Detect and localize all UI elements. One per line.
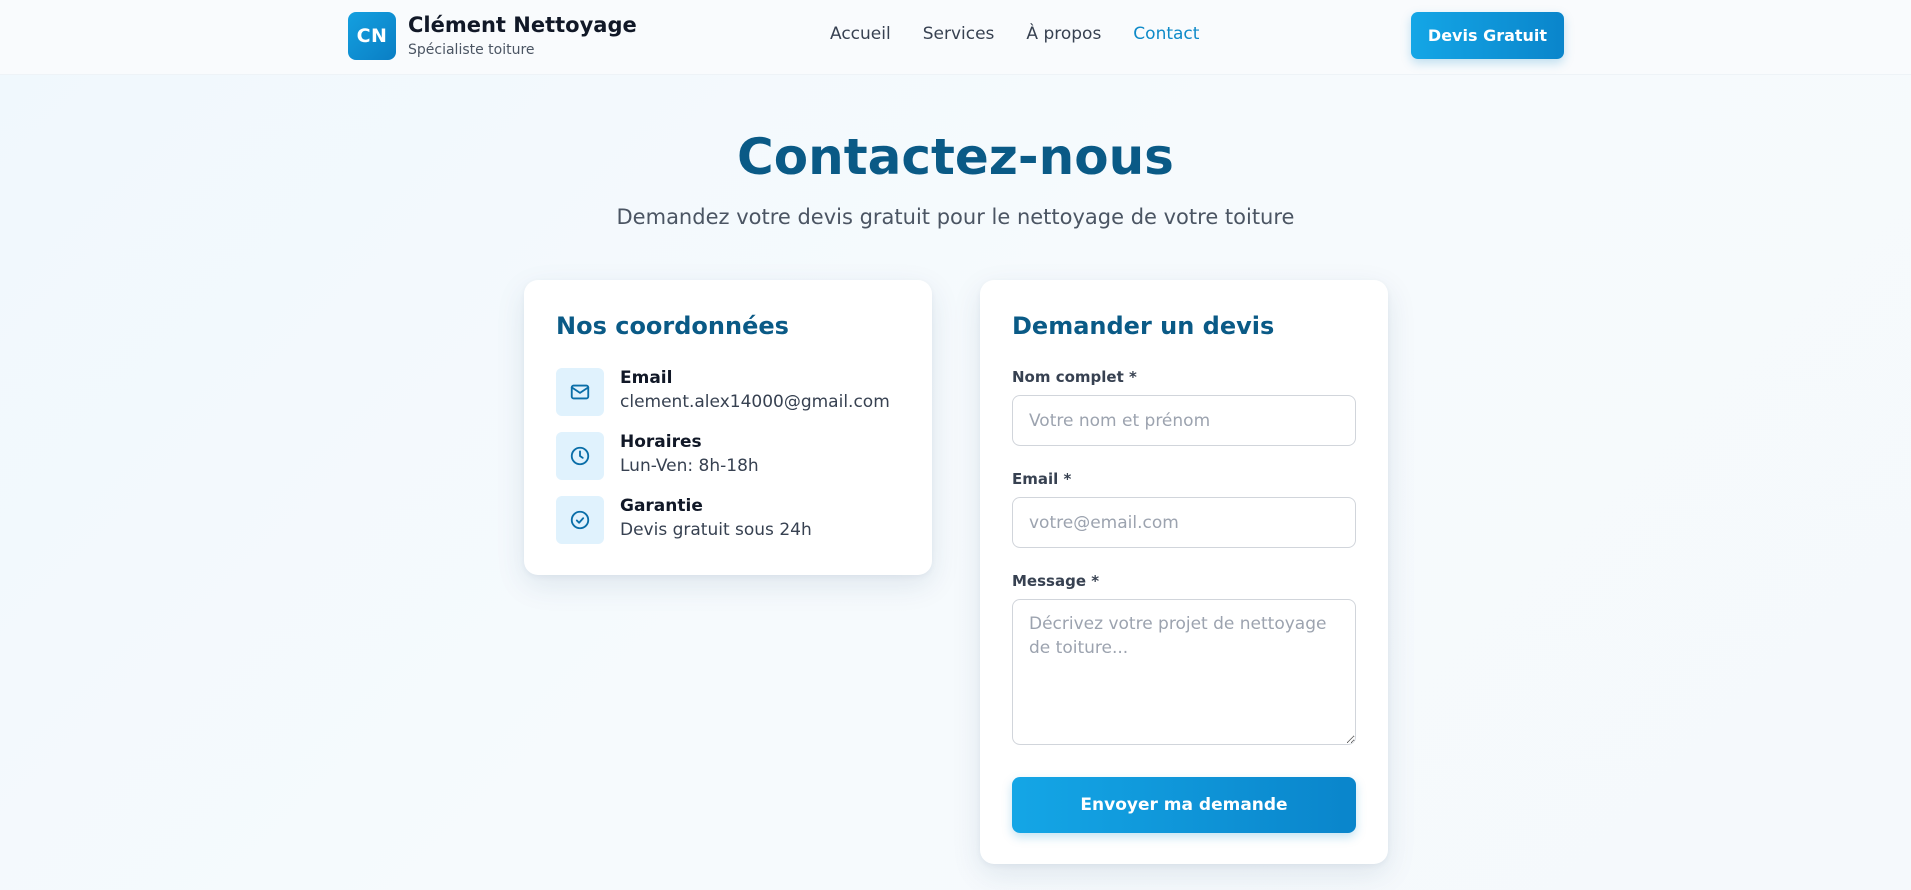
contact-info-title: Nos coordonnées <box>556 312 789 340</box>
info-label: Garantie <box>620 496 703 516</box>
info-email-value[interactable]: clement.alex14000@gmail.com <box>620 392 890 412</box>
nav-link-contact[interactable]: Contact <box>1133 24 1199 44</box>
message-textarea[interactable] <box>1012 599 1356 745</box>
name-field-label: Nom complet * <box>1012 368 1137 386</box>
free-quote-button[interactable]: Devis Gratuit <box>1411 12 1564 59</box>
quote-form-card: Demander un devis Nom complet * Email * … <box>980 280 1388 864</box>
info-hours-value: Lun-Ven: 8h-18h <box>620 456 759 476</box>
name-input[interactable] <box>1012 395 1356 446</box>
email-field-label: Email * <box>1012 470 1072 488</box>
info-label: Horaires <box>620 432 702 452</box>
quote-form-title: Demander un devis <box>1012 312 1275 340</box>
brand-name[interactable]: Clément Nettoyage <box>408 13 637 37</box>
info-label: Email <box>620 368 673 388</box>
info-item-hours: Horaires Lun-Ven: 8h-18h <box>556 432 916 480</box>
email-input[interactable] <box>1012 497 1356 548</box>
site-header: CN Clément Nettoyage Spécialiste toiture… <box>0 0 1911 75</box>
check-circle-icon <box>556 496 604 544</box>
nav-link-a-propos[interactable]: À propos <box>1026 24 1101 44</box>
main-nav: Accueil Services À propos Contact <box>830 24 1199 44</box>
message-field-label: Message * <box>1012 572 1100 590</box>
page-subtitle: Demandez votre devis gratuit pour le net… <box>616 205 1295 229</box>
submit-button[interactable]: Envoyer ma demande <box>1012 777 1356 833</box>
info-guarantee-value: Devis gratuit sous 24h <box>620 520 812 540</box>
contact-info-card: Nos coordonnées Email clement.alex14000@… <box>524 280 932 575</box>
nav-link-accueil[interactable]: Accueil <box>830 24 891 44</box>
nav-link-services[interactable]: Services <box>923 24 995 44</box>
logo[interactable]: CN <box>348 12 396 60</box>
brand-tagline: Spécialiste toiture <box>408 42 535 58</box>
info-item-guarantee: Garantie Devis gratuit sous 24h <box>556 496 916 544</box>
page-title: Contactez-nous <box>737 128 1174 186</box>
info-item-email: Email clement.alex14000@gmail.com <box>556 368 916 416</box>
mail-icon <box>556 368 604 416</box>
clock-icon <box>556 432 604 480</box>
